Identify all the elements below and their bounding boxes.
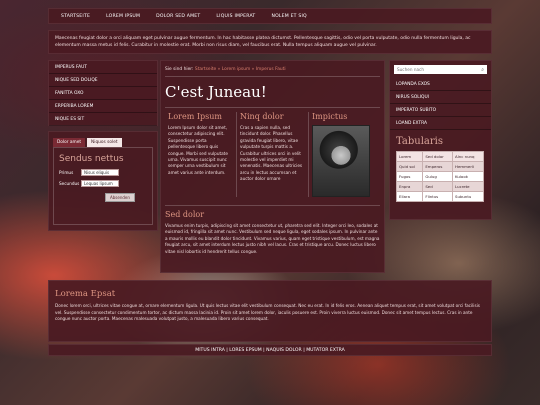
section-sed-dolor: Sed dolor Vivamus enim turpis, adipiscin… (165, 205, 380, 255)
table-row: Ellara Flintus Subuntu (395, 191, 484, 202)
nav-link-dolor-sed-amet[interactable]: DOLOR SED AMET (148, 14, 208, 19)
breadcrumb-link-startseite[interactable]: Startseite (195, 67, 216, 72)
table-cell: Ellara (395, 191, 424, 202)
table-cell: Gulug (422, 171, 454, 182)
footer-section: Lorema Epsat Donec lorem orci, ultrices … (48, 280, 492, 342)
left-nav-item[interactable]: NIQUE SED DOLIQE (49, 74, 157, 87)
right-nav-item[interactable]: IMPERATO SUBITO (390, 104, 491, 117)
three-columns: Lorem Ipsum Lorem Ipsum dolor sit amet, … (165, 112, 380, 197)
section-text: Vivamus enim turpis, adipiscing sit amet… (165, 223, 380, 254)
section-heading: Sed dolor (165, 210, 205, 219)
right-sidebar: ⌕ LOPANDA EXOS NIRUS SOLIQUI IMPERATO SU… (389, 60, 492, 220)
table-cell: Flintus (422, 191, 454, 202)
breadcrumb-link-lorem-ipsum[interactable]: Lorem ipsum (222, 67, 251, 72)
secundus-label: Secundus (59, 181, 80, 186)
nav-link-startseite[interactable]: STARTSEITE (53, 14, 98, 19)
table-cell: Sed (422, 181, 454, 192)
left-navigation: IMPERUS FAUT NIQUE SED DOLIQE FANITTA OX… (48, 60, 158, 126)
search-input[interactable] (397, 67, 482, 72)
left-nav-item[interactable]: ERPERIBA LOREM (49, 100, 157, 113)
table-cell: Emperos (422, 161, 454, 172)
primus-label: Primus (59, 170, 74, 175)
page-title: C'est Juneau! (165, 77, 380, 108)
main-content: Sie sind hier: Startseite » Lorem ipsum … (160, 60, 385, 273)
form-row-secundus: Secundus (59, 180, 147, 187)
login-form: Sendus nettus Primus Secundus Absenden (53, 147, 153, 225)
portrait-photo (312, 125, 370, 197)
breadcrumb-link-imperus-fauti[interactable]: Imperus Fauti (256, 67, 286, 72)
table-cell: Subuntu (452, 191, 484, 202)
nav-link-liquis-imperat[interactable]: LIQUIS IMPERAT (208, 14, 263, 19)
column-text: Cras a sapien nulla, sed tincidunt dolor… (240, 125, 303, 182)
login-tabs: Dolor amet Niquos solet (53, 138, 153, 147)
login-title: Sendus nettus (59, 154, 124, 164)
breadcrumb-prefix: Sie sind hier: (165, 67, 194, 72)
table-cell: Fugos (395, 171, 424, 182)
tab-niquos-solet[interactable]: Niquos solet (87, 138, 122, 147)
column-heading: Ninq dolor (240, 112, 284, 121)
right-navigation: LOPANDA EXOS NIRUS SOLIQUI IMPERATO SUBI… (390, 78, 491, 130)
footer-text: Donec lorem orci, ultrices vitae congue … (55, 303, 480, 322)
table-row: Quid sol Emperos Hemmerli (395, 161, 484, 172)
table-row: Fugos Gulug Kulook (395, 171, 484, 182)
left-nav-item[interactable]: IMPERUS FAUT (49, 61, 157, 74)
table-header: Sed dolor (422, 151, 454, 162)
column-ninq-dolor: Ninq dolor Cras a sapien nulla, sed tinc… (237, 112, 309, 197)
nav-link-nolem-et-siq[interactable]: NOLEM ET SIQ (263, 14, 314, 19)
table-cell: Enpra (395, 181, 424, 192)
right-nav-item[interactable]: LOAND EXTRA (390, 117, 491, 130)
primus-input[interactable] (81, 169, 119, 176)
table-cell: Kulook (452, 171, 484, 182)
column-lorem-ipsum: Lorem Ipsum Lorem Ipsum dolor sit amet, … (165, 112, 237, 197)
breadcrumb: Sie sind hier: Startseite » Lorem ipsum … (165, 67, 380, 77)
tab-dolor-amet[interactable]: Dolor amet (53, 138, 86, 147)
nav-link-lorem-ipsum[interactable]: LOREM IPSUM (98, 14, 148, 19)
table-header: Lorem (395, 151, 424, 162)
bottom-navigation[interactable]: MITUS INTRA | LORES EPSUM | NAQUIS DOLOR… (48, 344, 492, 356)
column-text: Lorem Ipsum dolor sit amet, consectetur … (168, 125, 228, 175)
search-icon[interactable]: ⌕ (481, 67, 484, 73)
column-heading: Lorem Ipsum (168, 112, 222, 121)
tabularis-table: Lorem Sed dolor Alnc nunq Quid sol Emper… (395, 151, 484, 202)
column-heading: Impictus (312, 112, 348, 121)
tabularis-title: Tabularis (396, 136, 443, 147)
table-cell: Lucrete (452, 181, 484, 192)
column-impictus: Impictus (309, 112, 380, 197)
login-panel: Dolor amet Niquos solet Sendus nettus Pr… (48, 131, 158, 231)
right-nav-item[interactable]: LOPANDA EXOS (390, 78, 491, 91)
footer-heading: Lorema Epsat (55, 289, 116, 299)
left-nav-item[interactable]: FANITTA OXO (49, 87, 157, 100)
table-cell: Hemmerli (452, 161, 484, 172)
submit-button[interactable]: Absenden (105, 193, 135, 202)
top-navigation: STARTSEITE LOREM IPSUM DOLOR SED AMET LI… (48, 8, 492, 24)
secundus-input[interactable] (81, 180, 119, 187)
table-row: Enpra Sed Lucrete (395, 181, 484, 192)
table-header: Alnc nunq (452, 151, 484, 162)
search-box: ⌕ (394, 65, 487, 74)
table-cell: Quid sol (395, 161, 424, 172)
left-nav-item[interactable]: NIQUE ES SIT (49, 113, 157, 126)
right-nav-item[interactable]: NIRUS SOLIQUI (390, 91, 491, 104)
table-header-row: Lorem Sed dolor Alnc nunq (395, 151, 484, 162)
intro-text: Maecenas feugiat dolor a orci aliquam eg… (48, 30, 492, 54)
form-row-primus: Primus (59, 169, 147, 176)
